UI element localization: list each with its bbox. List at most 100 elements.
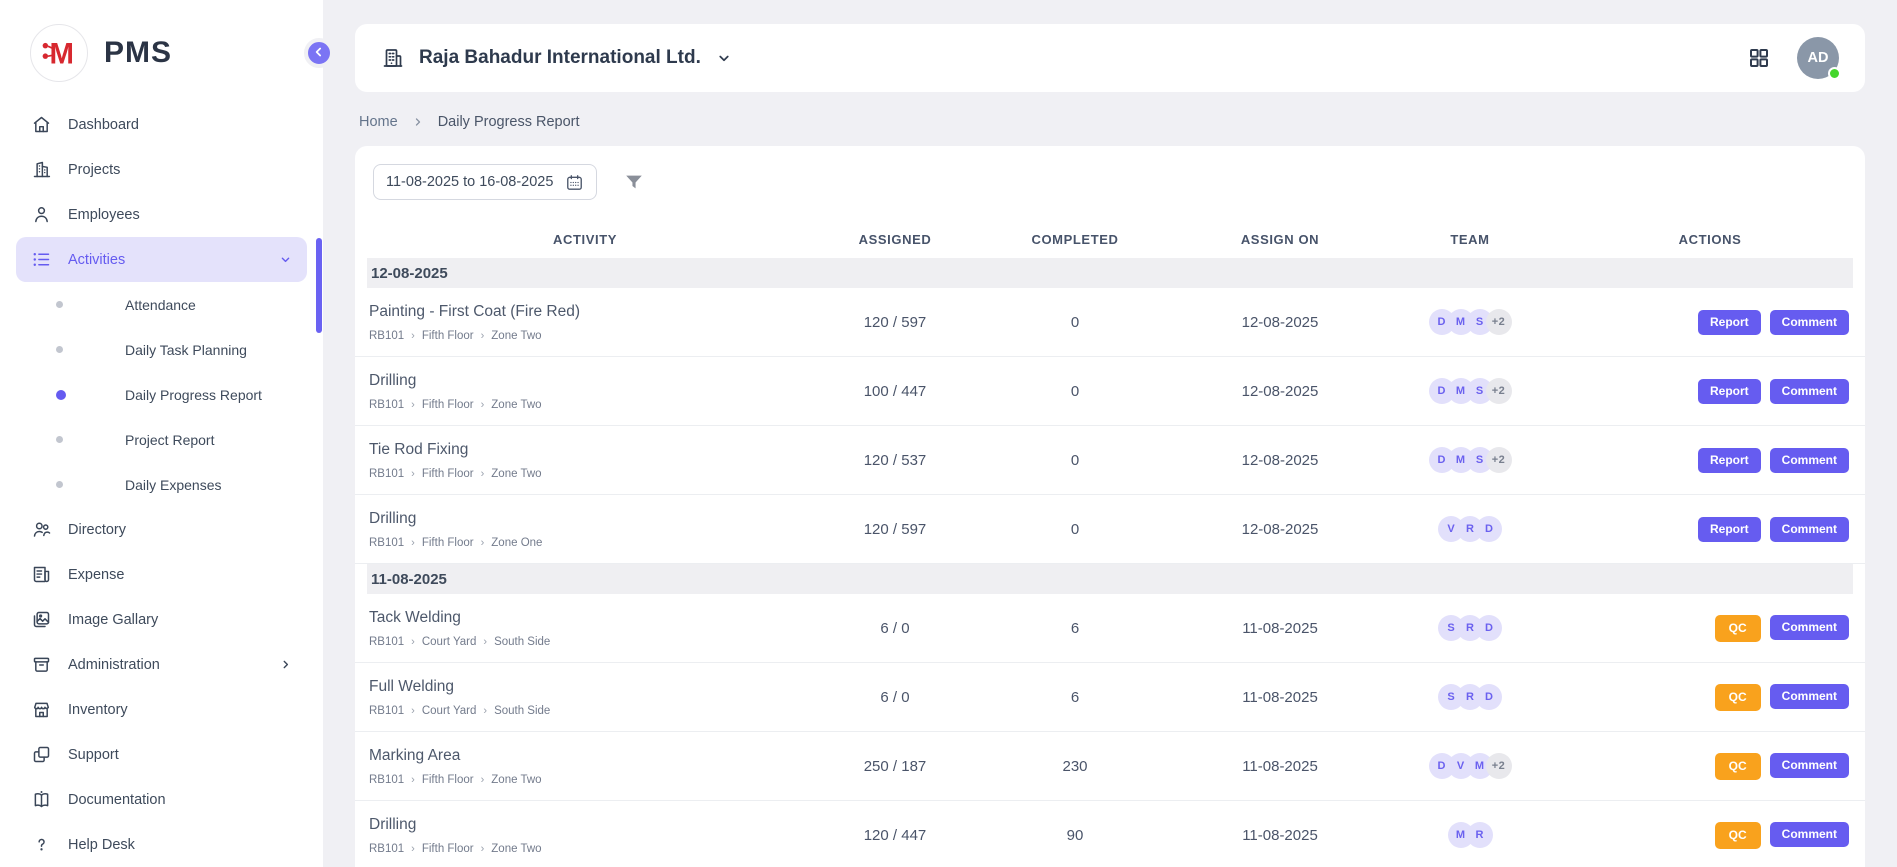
actions-cell: QC Comment [1555, 615, 1865, 642]
qc-button[interactable]: QC [1715, 615, 1761, 642]
comment-button[interactable]: Comment [1770, 379, 1849, 404]
company-logo: M [30, 24, 88, 82]
logo-row: M PMS [0, 0, 323, 90]
path-chevron-icon: › [483, 705, 487, 717]
comment-button[interactable]: Comment [1770, 753, 1849, 778]
top-header: Raja Bahadur International Ltd. AD [355, 24, 1865, 92]
completed-cell: 0 [975, 383, 1175, 400]
activity-title: Drilling [369, 510, 815, 528]
report-button[interactable]: Report [1698, 448, 1761, 473]
sidebar-item-label: Project Report [125, 432, 214, 448]
activity-location-path: RB101›Fifth Floor›Zone Two [369, 774, 815, 786]
comment-button[interactable]: Comment [1770, 684, 1849, 709]
apps-grid-icon[interactable] [1747, 46, 1771, 70]
bullet-dot-icon [56, 481, 63, 488]
sidebar-item-inventory[interactable]: Inventory [16, 687, 307, 732]
team-cell: DMS+2 [1385, 378, 1555, 404]
sidebar-scrollbar[interactable] [316, 238, 322, 333]
comment-button[interactable]: Comment [1770, 517, 1849, 542]
assign-on-cell: 12-08-2025 [1175, 383, 1385, 400]
sidebar-item-label: Projects [68, 162, 120, 178]
path-chevron-icon: › [481, 330, 485, 342]
sidebar-collapse-button[interactable] [304, 38, 334, 68]
team-cell: VRD [1385, 516, 1555, 542]
team-member-avatar: R [1467, 822, 1493, 848]
sidebar-item-help-desk[interactable]: Help Desk [16, 822, 307, 867]
group-date: 12-08-2025 [371, 265, 448, 282]
path-segment: RB101 [369, 468, 404, 480]
sidebar-item-support[interactable]: Support [16, 732, 307, 777]
home-icon [30, 114, 52, 136]
sidebar-subitem-project-report[interactable]: Project Report [16, 417, 307, 462]
user-avatar[interactable]: AD [1797, 37, 1839, 79]
sidebar-item-label: Attendance [125, 297, 196, 313]
table-row: DrillingRB101›Fifth Floor›Zone Two120 / … [355, 801, 1865, 867]
qc-button[interactable]: QC [1715, 822, 1761, 849]
comment-button[interactable]: Comment [1770, 448, 1849, 473]
sidebar-subitem-daily-task-planning[interactable]: Daily Task Planning [16, 327, 307, 372]
report-button[interactable]: Report [1698, 517, 1761, 542]
comment-button[interactable]: Comment [1770, 615, 1849, 640]
path-segment: Court Yard [422, 636, 477, 648]
comment-button[interactable]: Comment [1770, 822, 1849, 847]
breadcrumb: Home Daily Progress Report [359, 114, 1865, 130]
sidebar-item-directory[interactable]: Directory [16, 507, 307, 552]
company-selector[interactable]: Raja Bahadur International Ltd. [381, 46, 733, 70]
path-chevron-icon: › [411, 774, 415, 786]
breadcrumb-home-link[interactable]: Home [359, 114, 398, 130]
date-group-header: 11-08-2025 [367, 564, 1853, 594]
path-chevron-icon: › [411, 468, 415, 480]
completed-cell: 0 [975, 521, 1175, 538]
sidebar-item-dashboard[interactable]: Dashboard [16, 102, 307, 147]
sidebar-item-documentation[interactable]: Documentation [16, 777, 307, 822]
path-segment: RB101 [369, 774, 404, 786]
sidebar-subitem-attendance[interactable]: Attendance [16, 282, 307, 327]
activity-location-path: RB101›Fifth Floor›Zone One [369, 537, 815, 549]
sidebar-item-label: Support [68, 747, 119, 763]
path-segment: RB101 [369, 843, 404, 855]
activity-cell: Marking AreaRB101›Fifth Floor›Zone Two [355, 747, 815, 786]
team-more-badge: +2 [1486, 378, 1512, 404]
sidebar-item-label: Dashboard [68, 117, 139, 133]
report-card: 11-08-2025 to 16-08-2025 ACTIVITY ASSIGN… [355, 146, 1865, 867]
chevron-right-icon [412, 116, 424, 128]
sidebar-subitem-daily-progress-report[interactable]: Daily Progress Report [16, 372, 307, 417]
team-member-avatar: D [1476, 516, 1502, 542]
filter-funnel-icon[interactable] [623, 171, 645, 193]
app-title: PMS [104, 36, 172, 70]
sidebar-item-expense[interactable]: Expense [16, 552, 307, 597]
sidebar-item-image-gallary[interactable]: Image Gallary [16, 597, 307, 642]
qc-button[interactable]: QC [1715, 753, 1761, 780]
person-icon [30, 204, 52, 226]
path-segment: Zone One [491, 537, 542, 549]
path-segment: RB101 [369, 636, 404, 648]
path-chevron-icon: › [411, 636, 415, 648]
user-initials: AD [1808, 50, 1829, 66]
assign-on-cell: 11-08-2025 [1175, 620, 1385, 637]
chevron-right-icon [278, 657, 293, 672]
sidebar-subitem-daily-expenses[interactable]: Daily Expenses [16, 462, 307, 507]
table-body: 12-08-2025Painting - First Coat (Fire Re… [355, 258, 1865, 867]
sidebar-item-employees[interactable]: Employees [16, 192, 307, 237]
qc-button[interactable]: QC [1715, 684, 1761, 711]
activity-title: Marking Area [369, 747, 815, 765]
date-range-input[interactable]: 11-08-2025 to 16-08-2025 [373, 164, 597, 200]
comment-button[interactable]: Comment [1770, 310, 1849, 335]
header-actions: AD [1747, 37, 1839, 79]
activity-title: Tack Welding [369, 609, 815, 627]
report-button[interactable]: Report [1698, 310, 1761, 335]
sidebar-item-label: Directory [68, 522, 126, 538]
path-chevron-icon: › [411, 399, 415, 411]
activity-location-path: RB101›Fifth Floor›Zone Two [369, 843, 815, 855]
path-chevron-icon: › [411, 705, 415, 717]
sidebar-item-projects[interactable]: Projects [16, 147, 307, 192]
col-completed: COMPLETED [975, 232, 1175, 247]
completed-cell: 90 [975, 827, 1175, 844]
sidebar-item-activities[interactable]: Activities [16, 237, 307, 282]
path-chevron-icon: › [481, 468, 485, 480]
report-button[interactable]: Report [1698, 379, 1761, 404]
col-team: TEAM [1385, 232, 1555, 247]
date-group-header: 12-08-2025 [367, 258, 1853, 288]
sidebar-item-label: Expense [68, 567, 124, 583]
sidebar-item-administration[interactable]: Administration [16, 642, 307, 687]
